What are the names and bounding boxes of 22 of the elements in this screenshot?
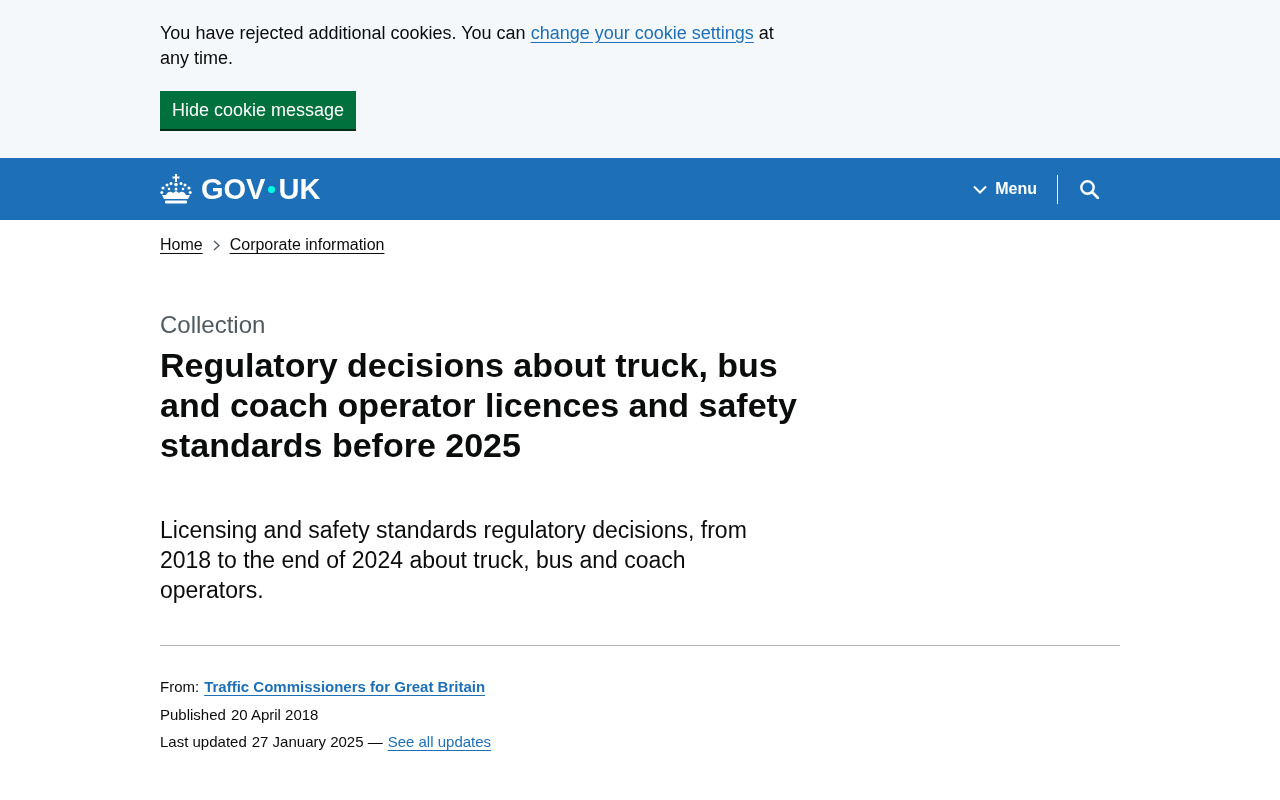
published-label: Published — [160, 704, 226, 725]
page-title: Regulatory decisions about truck, bus and coach operator licences and safety standards before 2025 — [160, 345, 798, 465]
page-caption: Collection — [160, 310, 267, 340]
organisation-link[interactable]: Traffic Commissioners for Great Britain — [204, 677, 486, 697]
home-logo-link[interactable]: GOV UK — [160, 174, 321, 204]
breadcrumb-link[interactable]: Home — [160, 235, 203, 255]
menu-button[interactable]: Menu — [973, 180, 1037, 198]
page-description: Licensing and safety standards regulatory decisions, from 2018 to the end of 2024 about truck, bus and coach operators. — [160, 516, 748, 605]
hide-cookie-message-button[interactable]: Hide cookie message — [160, 91, 357, 129]
cookie-settings-link[interactable]: change your cookie settings — [530, 23, 754, 43]
search-icon — [1079, 179, 1099, 199]
logo-dot-icon — [268, 185, 276, 193]
breadcrumb-link[interactable]: Corporate information — [229, 235, 385, 255]
from-label: From: — [160, 677, 200, 697]
crown-icon — [160, 174, 192, 204]
see-all-updates-link[interactable]: See all updates — [387, 732, 492, 752]
chevron-right-icon — [212, 239, 220, 251]
published-date: 20 April 2018 — [230, 704, 319, 725]
cookie-message: You have rejected additional cookies. You can change your cookie settings at any time. — [160, 22, 775, 70]
updated-label: Last updated — [160, 732, 247, 752]
chevron-down-icon — [973, 184, 988, 194]
updated-date: 27 January 2025 — — [251, 732, 383, 752]
